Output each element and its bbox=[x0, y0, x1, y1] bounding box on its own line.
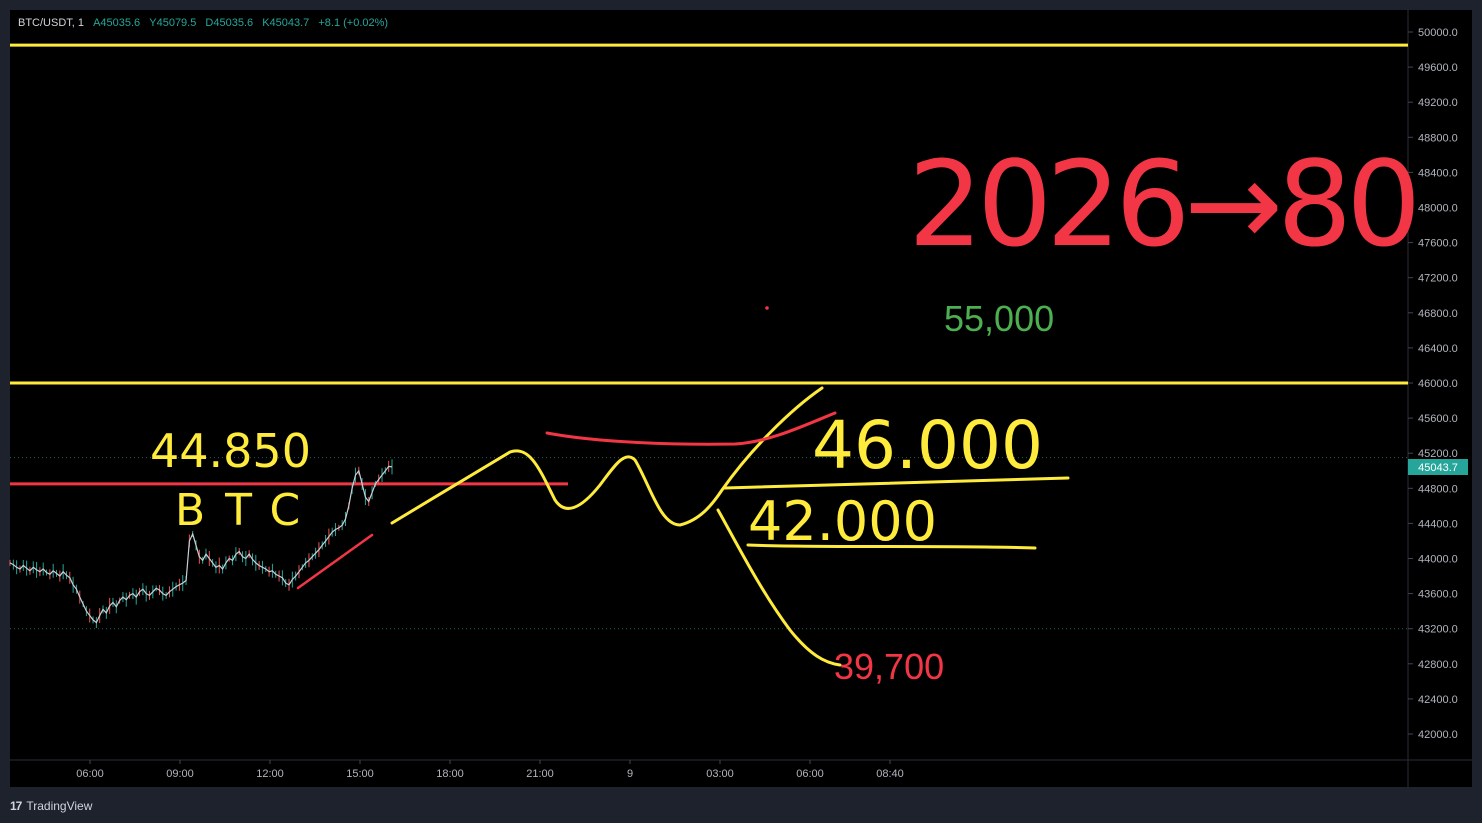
annotation-42000: 42.000 bbox=[748, 490, 937, 553]
time-tick-label: 21:00 bbox=[526, 768, 554, 780]
time-tick-label: 03:00 bbox=[706, 768, 734, 780]
low-value: D45035.6 bbox=[205, 17, 254, 29]
price-tick-label: 44800.0 bbox=[1418, 483, 1458, 495]
price-tick-label: 42000.0 bbox=[1418, 729, 1458, 741]
close-value: K45043.7 bbox=[262, 17, 310, 29]
price-axis[interactable]: 42000.0 42400.0 42800.0 43200.0 43600.0 44000… bbox=[1408, 27, 1458, 741]
price-tick-label: 49600.0 bbox=[1418, 62, 1458, 74]
time-tick-label: 09:00 bbox=[166, 768, 194, 780]
price-tick-label: 50000.0 bbox=[1418, 27, 1458, 39]
price-tick-label: 48400.0 bbox=[1418, 167, 1458, 179]
annotation-btc: BTC bbox=[175, 485, 320, 536]
symbol-name[interactable]: BTC/USDT, 1 bbox=[18, 17, 84, 29]
current-price-label: 45043.7 bbox=[1418, 462, 1458, 474]
price-tick-label: 45200.0 bbox=[1418, 448, 1458, 460]
time-tick-label: 9 bbox=[627, 768, 633, 780]
annotation-2026-80: 2026→80 bbox=[908, 135, 1415, 273]
tradingview-logo-icon: 17 bbox=[10, 799, 22, 813]
high-value: Y45079.5 bbox=[149, 17, 197, 29]
annotation-55000: 55,000 bbox=[944, 298, 1054, 339]
price-tick-label: 44400.0 bbox=[1418, 518, 1458, 530]
footer-branding[interactable]: 17 TradingView bbox=[10, 796, 92, 816]
red-resistance-curve bbox=[545, 411, 837, 446]
price-tick-label: 42400.0 bbox=[1418, 694, 1458, 706]
price-tick-label: 47600.0 bbox=[1418, 238, 1458, 250]
time-tick-label: 06:00 bbox=[796, 768, 824, 780]
symbol-legend[interactable]: BTC/USDT, 1 A45035.6 Y45079.5 D45035.6 K… bbox=[18, 17, 388, 29]
time-axis[interactable]: 06:00 09:00 12:00 15:00 18:00 21:00 9 03:00 06:0… bbox=[76, 760, 904, 780]
open-value: A45035.6 bbox=[93, 17, 141, 29]
annotation-44850: 44.850 bbox=[150, 424, 311, 478]
price-chart[interactable]: 42000.0 42400.0 42800.0 43200.0 43600.0 44000… bbox=[0, 0, 1482, 823]
time-tick-label: 12:00 bbox=[256, 768, 284, 780]
brand-name: TradingView bbox=[26, 799, 93, 813]
price-tick-label: 45600.0 bbox=[1418, 413, 1458, 425]
price-tick-label: 46000.0 bbox=[1418, 378, 1458, 390]
price-tick-label: 46800.0 bbox=[1418, 308, 1458, 320]
price-tick-label: 42800.0 bbox=[1418, 659, 1458, 671]
time-tick-label: 18:00 bbox=[436, 768, 464, 780]
price-tick-label: 47200.0 bbox=[1418, 273, 1458, 285]
time-tick-label: 08:40 bbox=[876, 768, 904, 780]
price-tick-label: 43600.0 bbox=[1418, 589, 1458, 601]
price-tick-label: 43200.0 bbox=[1418, 624, 1458, 636]
price-tick-label: 49200.0 bbox=[1418, 97, 1458, 109]
price-tick-label: 48000.0 bbox=[1418, 203, 1458, 215]
price-tick-label: 44000.0 bbox=[1418, 554, 1458, 566]
red-dot bbox=[765, 306, 769, 310]
annotation-39700: 39,700 bbox=[834, 646, 944, 687]
current-price-tag: 45043.7 bbox=[1408, 459, 1468, 475]
time-tick-label: 06:00 bbox=[76, 768, 104, 780]
time-tick-label: 15:00 bbox=[346, 768, 374, 780]
annotation-46000: 46.000 bbox=[812, 407, 1043, 484]
price-tick-label: 46400.0 bbox=[1418, 343, 1458, 355]
change-value: +8.1 (+0.02%) bbox=[318, 17, 389, 29]
price-tick-label: 48800.0 bbox=[1418, 132, 1458, 144]
